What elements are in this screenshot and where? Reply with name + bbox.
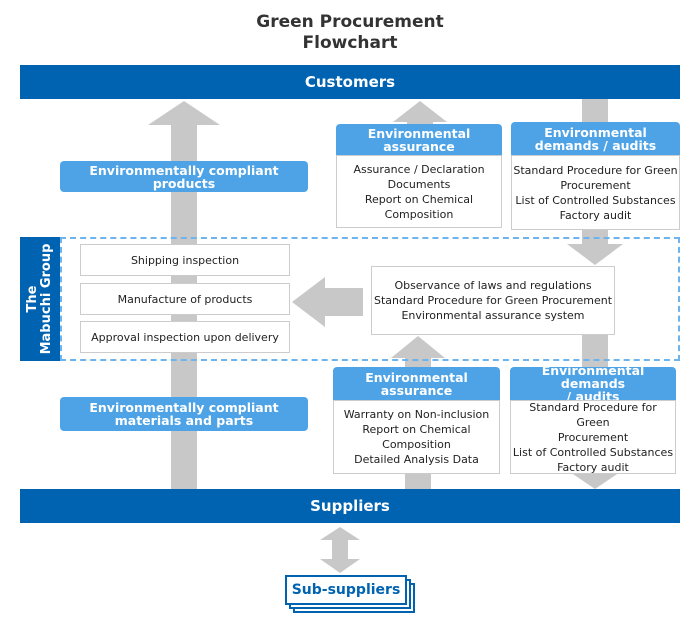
text-line: Standard Procedure for Green [529, 400, 657, 429]
text-line: Report on Chemical Composition [362, 423, 471, 451]
flowchart: Green Procurement Flowchart Customers Su… [0, 0, 700, 620]
text-line: Procurement [557, 430, 629, 444]
arrow-double-suppliers [320, 527, 360, 573]
text-line: Assurance / Declaration [353, 162, 485, 176]
compliant-materials-label: Environmentally compliant materials and … [60, 397, 308, 431]
label-line: Environmental [365, 369, 468, 385]
process-approval-inspection: Approval inspection upon delivery [80, 321, 290, 353]
title-line: Flowchart [302, 33, 398, 53]
title-line: Green Procurement [256, 12, 444, 32]
bottom-assurance-box: Warranty on Non-inclusion Report on Chem… [333, 400, 500, 474]
process-manufacture: Manufacture of products [80, 283, 290, 315]
text-line: List of Controlled Substances [515, 193, 676, 207]
text-line: Standard Procedure for Green [513, 163, 678, 177]
top-demands-box: Standard Procedure for Green Procurement… [511, 155, 680, 230]
top-demands-label: Environmental demands / audits [511, 122, 680, 155]
top-assurance-box: Assurance / Declaration Documents Report… [336, 155, 502, 228]
text-line: Report on Chemical Composition [364, 192, 474, 221]
observance-box: Observance of laws and regulations Stand… [371, 266, 615, 335]
text-line: Detailed Analysis Data [354, 453, 479, 466]
text-line: List of Controlled Substances [512, 445, 674, 459]
text-line: Observance of laws and regulations [394, 279, 592, 292]
label-line: assurance [380, 382, 453, 398]
label-line: Environmental [544, 124, 647, 140]
text-line: Procurement [560, 178, 631, 192]
label-line: Environmental demands [541, 363, 645, 391]
bottom-assurance-label: Environmental assurance [333, 367, 500, 400]
text-line: Environmental assurance system [401, 309, 585, 322]
text-line: Documents [387, 177, 451, 191]
compliant-products-label: Environmentally compliant products [60, 161, 308, 192]
text-line: Factory audit [557, 460, 629, 474]
mabuchi-group-label: The Mabuchi Group [20, 237, 60, 361]
bottom-demands-box: Standard Procedure for Green Procurement… [510, 400, 676, 474]
group-label-line: The [25, 285, 40, 313]
label-line: demands / audits [534, 137, 657, 153]
bottom-demands-label: Environmental demands / audits [510, 363, 676, 403]
text-line: Factory audit [559, 208, 632, 222]
group-label-line: Mabuchi Group [39, 243, 54, 355]
customers-bar: Customers [20, 65, 680, 99]
top-assurance-label: Environmental assurance [336, 124, 502, 155]
text-line: Standard Procedure for Green Procurement [373, 294, 613, 307]
page-title: Green Procurement Flowchart [0, 12, 700, 54]
process-shipping-inspection: Shipping inspection [80, 244, 290, 276]
suppliers-bar: Suppliers [20, 489, 680, 523]
text-line: Warranty on Non-inclusion [343, 408, 490, 421]
label-line: materials and parts [114, 413, 254, 428]
sub-suppliers-box: Sub-suppliers [285, 575, 407, 605]
